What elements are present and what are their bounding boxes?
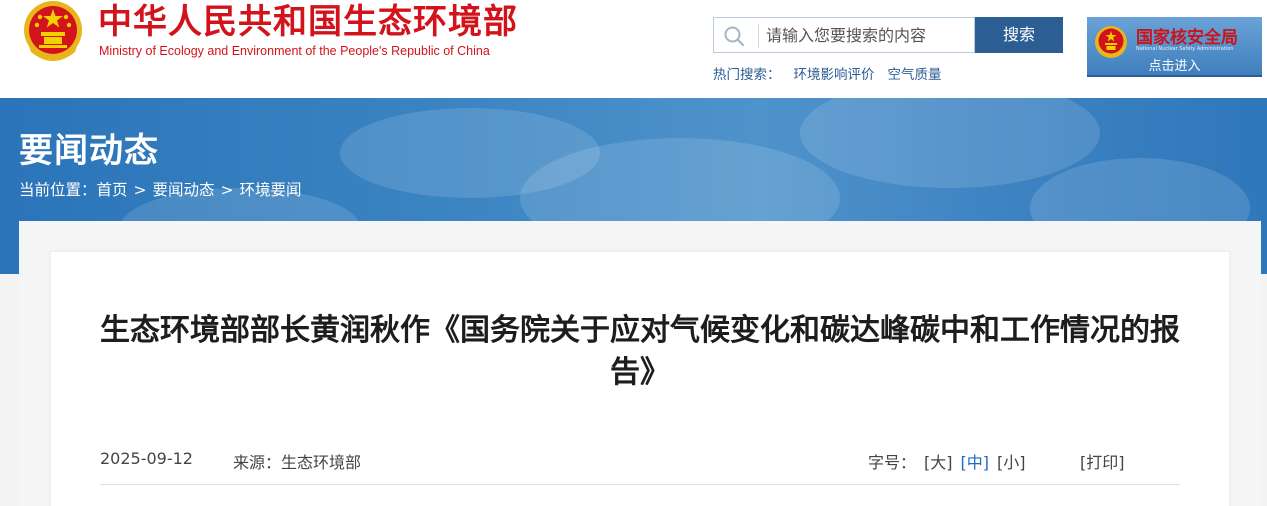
breadcrumb-home[interactable]: 首页 <box>97 181 128 199</box>
meta-divider <box>100 484 1180 485</box>
nnsa-title: 国家核安全局 <box>1136 28 1238 48</box>
search-divider <box>758 24 759 48</box>
breadcrumb-env-news[interactable]: 环境要闻 <box>240 181 302 199</box>
font-size-medium-button[interactable]: [中] <box>961 453 990 472</box>
article-card: 生态环境部部长黄润秋作《国务院关于应对气候变化和碳达峰碳中和工作情况的报告》 2… <box>51 252 1229 506</box>
article-date: 2025-09-12 <box>100 449 193 468</box>
print-button[interactable]: [打印] <box>1080 449 1125 473</box>
search-box <box>713 17 975 53</box>
article-source: 来源：生态环境部 <box>233 453 362 472</box>
hot-search-link-eia[interactable]: 环境影响评价 <box>794 67 875 83</box>
site-header: 中华人民共和国生态环境部 Ministry of Ecology and Env… <box>0 0 1267 98</box>
nnsa-enter-label[interactable]: 点击进入 <box>1087 55 1262 74</box>
search-icon <box>724 26 745 47</box>
site-title-en[interactable]: Ministry of Ecology and Environment of t… <box>99 44 490 58</box>
breadcrumb: 当前位置：首页 > 要闻动态 > 环境要闻 <box>19 178 302 200</box>
nnsa-emblem-icon <box>1095 26 1127 58</box>
article-title: 生态环境部部长黄润秋作《国务院关于应对气候变化和碳达峰碳中和工作情况的报告》 <box>100 313 1180 390</box>
font-size-large-button[interactable]: [大] <box>924 453 953 472</box>
font-size-label: 字号： <box>868 453 917 472</box>
breadcrumb-separator: > <box>133 181 147 199</box>
national-emblem-icon[interactable] <box>19 0 87 64</box>
search-button[interactable]: 搜索 <box>975 17 1063 53</box>
hot-search-label: 热门搜索： <box>713 67 781 83</box>
breadcrumb-separator: > <box>220 181 234 199</box>
nnsa-link-banner[interactable]: 国家核安全局 National Nuclear Safety Administr… <box>1087 17 1262 77</box>
section-title: 要闻动态 <box>19 131 159 171</box>
nnsa-subtitle-en: National Nuclear Safety Administration <box>1136 46 1234 52</box>
breadcrumb-news[interactable]: 要闻动态 <box>153 181 215 199</box>
breadcrumb-prefix: 当前位置： <box>19 181 97 199</box>
font-size-controls: 字号： [大] [中] [小] <box>868 449 1026 473</box>
site-title-cn[interactable]: 中华人民共和国生态环境部 <box>98 1 518 43</box>
hot-search: 热门搜索： 环境影响评价 空气质量 <box>713 63 955 83</box>
banner-cloud <box>800 98 1100 188</box>
font-size-small-button[interactable]: [小] <box>997 453 1026 472</box>
search-input[interactable] <box>766 18 970 52</box>
hot-search-link-air-quality[interactable]: 空气质量 <box>888 67 942 83</box>
